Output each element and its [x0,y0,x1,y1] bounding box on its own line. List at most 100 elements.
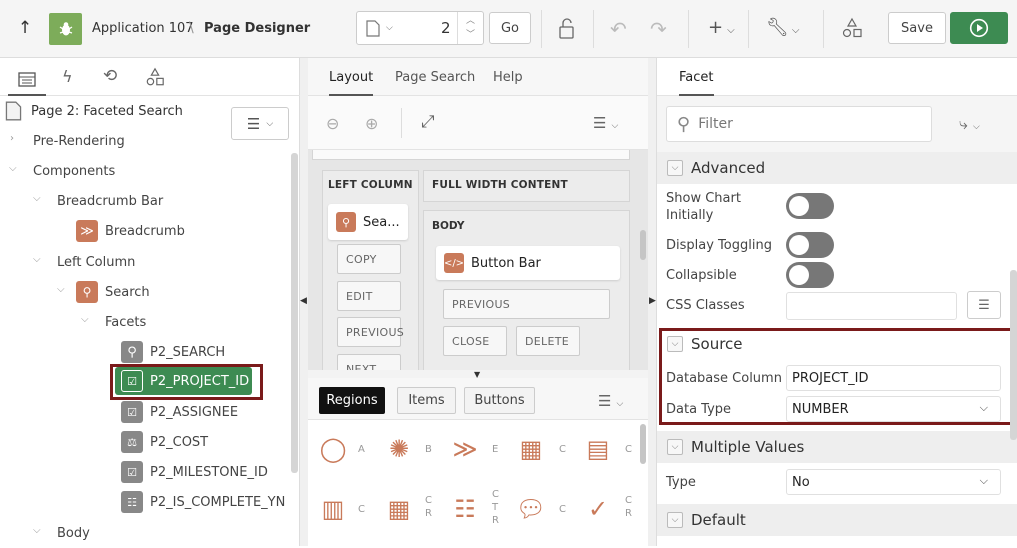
page-designer-title: Page Designer [204,21,311,36]
collapse-arrow-icon[interactable]: ⌵ [81,314,89,325]
checkbox-list-icon: ☑ [121,401,143,423]
page-spinner[interactable]: ︿ ﹀ [457,12,483,44]
tree-scrollbar[interactable] [291,153,298,473]
tree-node-p2-cost[interactable]: ⚖ P2_COST [0,427,208,457]
shared-components-tab-icon[interactable] [145,67,165,87]
expand-arrow-icon[interactable]: › [10,133,14,144]
tree-node-p2-assignee[interactable]: ☑ P2_ASSIGNEE [0,397,238,427]
unlock-icon[interactable] [556,17,578,41]
delete-button-slot[interactable]: DELETE [516,326,580,356]
close-button-slot[interactable]: CLOSE [443,326,507,356]
collapse-arrow-icon[interactable]: ⌵ [33,525,41,536]
shared-components-icon[interactable] [841,17,863,39]
run-page-button[interactable] [950,12,1008,44]
search-region-card[interactable]: ⚲ Sea... [328,204,408,240]
tree-menu-button[interactable]: ☰ ⌵ [231,107,289,140]
expand-icon[interactable]: ⤢ [421,112,435,132]
tree-node-search[interactable]: ⌵ ⚲ Search [0,277,150,307]
copy-button-slot[interactable]: COPY [337,244,401,274]
dynamic-actions-icon[interactable]: ϟ [62,67,73,86]
tree-node-body[interactable]: ⌵ Body [0,518,90,548]
checklist-icon[interactable]: ✓ [581,492,615,526]
tree-node-pre-rendering[interactable]: › Pre-Rendering [0,126,125,156]
spin-down-icon[interactable]: ﹀ [466,28,475,42]
type-select[interactable]: No ⌵ [786,469,1001,495]
gallery-tab-buttons[interactable]: Buttons [464,387,535,414]
card-icon[interactable]: ▤ [581,432,615,466]
go-to-group-icon[interactable]: ⤷ ⌵ [959,114,980,134]
show-chart-toggle[interactable] [786,193,834,219]
tree-node-p2-search[interactable]: ⚲ P2_SEARCH [0,337,225,367]
edit-button-slot[interactable]: EDIT [337,281,401,311]
app-bug-icon[interactable] [49,13,82,45]
tab-rendering[interactable] [8,64,46,96]
create-menu-icon[interactable]: + ⌵ [708,17,735,38]
zoom-out-icon[interactable]: ⊖ [326,114,339,133]
tree-node-p2-is-complete-yn[interactable]: ☷ P2_IS_COMPLETE_YN [0,487,285,517]
utilities-wrench-icon[interactable]: 🔧︎ ⌵ [766,17,799,38]
tab-page-search[interactable]: Page Search [395,70,475,85]
full-width-region[interactable]: FULL WIDTH CONTENT [423,170,630,202]
gallery-menu-icon[interactable]: ☰ ⌵ [598,392,623,410]
undo-icon[interactable]: ↶ [610,17,627,41]
tree-node-p2-project-id[interactable]: ☑ P2_PROJECT_ID [115,367,252,395]
checkbox-list-icon: ☑ [121,461,143,483]
layout-menu-icon[interactable]: ☰ ⌵ [593,114,618,132]
tree-node-breadcrumb[interactable]: ≫ Breadcrumb [0,216,185,246]
comments-icon[interactable]: 💬︎ [514,492,548,526]
gallery-tab-items[interactable]: Items [397,387,456,414]
classic-report-icon[interactable]: ▦ [382,492,416,526]
redo-icon[interactable]: ↷ [650,17,667,41]
filter-input[interactable]: ⚲ Filter [666,106,932,142]
tree-report-icon[interactable]: ☷ [448,492,482,526]
badge-region-icon[interactable]: ✺ [382,432,416,466]
tab-help[interactable]: Help [493,70,523,85]
collapse-arrow-icon[interactable]: ⌵ [9,163,17,174]
tab-layout[interactable]: Layout [329,70,374,96]
avatar-region-icon[interactable]: ◯ [316,432,350,466]
collapse-chevron-icon: ⌵ [667,439,683,455]
previous-button-slot[interactable]: PREVIOUS [337,317,404,347]
collapse-left-arrow-icon[interactable]: ◀ [300,296,307,306]
zoom-in-icon[interactable]: ⊕ [365,114,378,133]
layout-panel: Layout Page Search Help ⊖ ⊕ ⤢ ☰ ⌵ LEFT CO… [308,58,648,546]
next-button-slot[interactable]: NEXT [337,354,401,370]
display-toggling-toggle[interactable] [786,232,834,258]
tab-facet[interactable]: Facet [679,70,714,96]
css-classes-input[interactable] [786,292,957,320]
tree-node-breadcrumb-bar[interactable]: ⌵ Breadcrumb Bar [0,186,163,216]
radio-group-icon: ☷ [121,491,143,513]
tree-node-left-column[interactable]: ⌵ Left Column [0,247,135,277]
collapse-arrow-icon[interactable]: ⌵ [57,284,65,295]
play-icon [969,18,989,38]
gallery-tab-regions[interactable]: Regions [319,387,385,414]
section-advanced[interactable]: ⌵ Advanced [657,152,1017,184]
up-arrow-icon[interactable]: ↑ [14,16,36,40]
css-classes-list-icon[interactable]: ☰ [967,291,1001,319]
collapsible-toggle[interactable] [786,262,834,288]
tree-node-components[interactable]: ⌵ Components [0,156,115,186]
property-scrollbar[interactable] [1010,270,1017,440]
previous-button-slot[interactable]: PREVIOUS [443,289,610,319]
tree-node-facets[interactable]: ⌵ Facets [0,307,146,337]
section-default[interactable]: ⌵ Default [657,504,1017,536]
spin-up-icon[interactable]: ︿ [466,14,475,28]
processing-icon[interactable]: ⟲ [103,66,117,86]
page-icon [5,101,22,121]
button-bar-card[interactable]: </> Button Bar [436,246,620,280]
save-button[interactable]: Save [888,12,946,44]
page-root-node[interactable]: Page 2: Faceted Search [5,96,183,126]
collapse-right-arrow-icon[interactable]: ▶ [649,296,656,306]
collapse-arrow-icon[interactable]: ⌵ [33,254,41,265]
page-selector[interactable]: ⌵ 2 ︿ ﹀ [356,11,484,45]
tree-node-p2-milestone-id[interactable]: ☑ P2_MILESTONE_ID [0,457,268,487]
canvas-scrollbar[interactable] [640,230,646,260]
chart-icon[interactable]: ▥ [316,492,350,526]
calendar-icon[interactable]: ▦ [514,432,548,466]
collapse-arrow-icon[interactable]: ⌵ [33,193,41,204]
gallery-scrollbar[interactable] [640,424,646,464]
go-button[interactable]: Go [489,12,531,44]
breadcrumb-gallery-icon[interactable]: ≫ [448,432,482,466]
application-link[interactable]: Application 107 [92,21,194,36]
section-multiple-values[interactable]: ⌵ Multiple Values [657,431,1017,463]
